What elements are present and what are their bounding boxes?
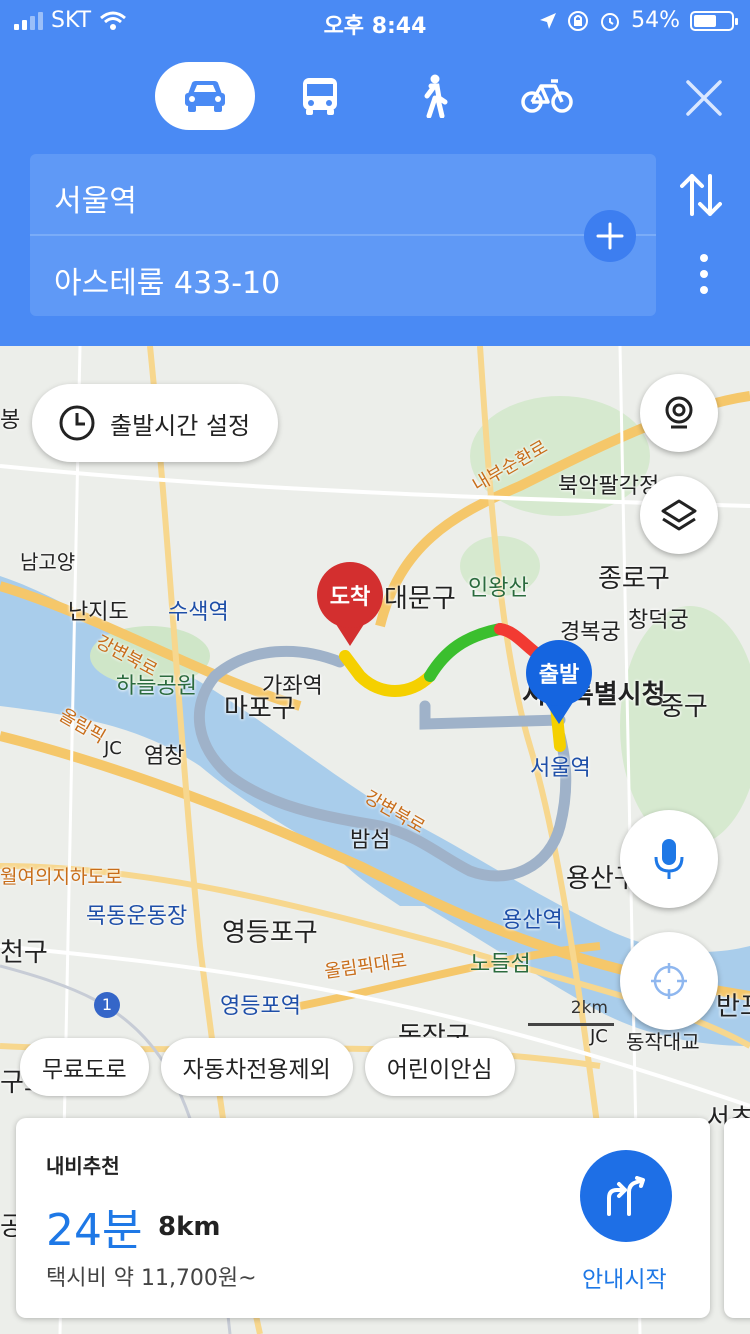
destination-pin-label: 도착 bbox=[317, 562, 383, 628]
my-location-button[interactable] bbox=[620, 932, 718, 1030]
map-scale-label: 2km bbox=[570, 998, 608, 1018]
tab-car[interactable] bbox=[155, 62, 255, 130]
add-waypoint-button[interactable] bbox=[584, 210, 636, 262]
map-label: 봉 bbox=[0, 408, 21, 433]
tab-bike[interactable] bbox=[516, 62, 578, 130]
origin-pin-label: 출발 bbox=[526, 640, 592, 706]
more-options-icon[interactable] bbox=[700, 254, 710, 302]
origin-field[interactable]: 서울역 bbox=[54, 176, 137, 220]
route-1-marker: 1 bbox=[94, 992, 120, 1018]
departure-time-label: 출발시간 설정 bbox=[110, 411, 251, 440]
status-bar: SKT 오후 8:44 54% bbox=[0, 0, 750, 42]
tab-walk[interactable] bbox=[404, 62, 464, 130]
map-label: 인왕산 bbox=[468, 576, 529, 601]
close-icon[interactable] bbox=[684, 78, 724, 118]
route-summary-card[interactable]: 내비추천 24분 8km 택시비 약 11,700원~ 안내시작 bbox=[16, 1118, 710, 1318]
map-label: 밤섬 bbox=[350, 828, 391, 853]
map-scale: 2km bbox=[528, 998, 614, 1026]
origin-pin[interactable]: 출발 bbox=[526, 640, 592, 724]
map-label: 종로구 bbox=[598, 564, 670, 594]
swap-icon[interactable] bbox=[680, 172, 722, 218]
navigation-start-icon bbox=[607, 1176, 645, 1216]
map-label: 반포 bbox=[716, 992, 750, 1022]
map-label: 영등포역 bbox=[220, 994, 301, 1019]
map-label: 남고양 bbox=[20, 550, 76, 574]
departure-time-button[interactable]: 출발시간 설정 bbox=[32, 384, 279, 462]
route-inputs: 서울역 아스테룸 433-10 bbox=[30, 154, 656, 316]
taxi-fare: 택시비 약 11,700원~ bbox=[46, 1266, 257, 1291]
route-eta: 24분 bbox=[46, 1205, 143, 1256]
map-label: 용산역 bbox=[502, 908, 563, 933]
bus-icon bbox=[303, 78, 337, 115]
map-layers-button[interactable] bbox=[640, 476, 718, 554]
map-label: 영등포구 bbox=[222, 918, 318, 948]
filter-exclude-expressway[interactable]: 자동차전용제외 bbox=[160, 1038, 353, 1096]
orientation-lock-icon bbox=[568, 10, 589, 31]
layers-icon bbox=[661, 499, 697, 531]
destination-pin[interactable]: 도착 bbox=[317, 562, 383, 646]
start-navigation-label[interactable]: 안내시작 bbox=[582, 1260, 667, 1294]
map-label: 난지도 bbox=[68, 600, 129, 625]
route-divider bbox=[30, 234, 656, 236]
map-label: 염창 bbox=[144, 744, 185, 769]
map-label: 대문구 bbox=[384, 584, 456, 614]
map-label: 창덕궁 bbox=[628, 608, 689, 633]
map-label: 중구 bbox=[660, 692, 708, 722]
map-view[interactable]: 봉 남고양 난지도 수색역 하늘공원 강변북로 올림픽 JC 염창 가좌역 마포… bbox=[0, 346, 750, 1334]
filter-free-roads[interactable]: 무료도로 bbox=[20, 1038, 149, 1096]
route-header: SKT 오후 8:44 54% 서울역 아스테룸 433-10 bbox=[0, 0, 750, 346]
battery-icon bbox=[690, 10, 738, 31]
alarm-icon bbox=[601, 12, 620, 31]
map-scale-bar bbox=[528, 1023, 614, 1026]
route-filter-chips: 무료도로 자동차전용제외 어린이안심 bbox=[20, 1038, 515, 1096]
tab-bus[interactable] bbox=[290, 62, 350, 130]
street-view-icon bbox=[665, 396, 693, 429]
filter-child-safe[interactable]: 어린이안심 bbox=[364, 1038, 515, 1096]
next-route-card[interactable] bbox=[724, 1118, 750, 1318]
microphone-icon bbox=[654, 839, 684, 879]
map-label: 하늘공원 bbox=[116, 674, 197, 699]
voice-search-button[interactable] bbox=[620, 810, 718, 908]
location-arrow-icon bbox=[540, 12, 557, 29]
map-label: 수색역 bbox=[168, 600, 229, 625]
map-label: 노들섬 bbox=[470, 952, 531, 977]
map-label: 월여의지하도로 bbox=[0, 866, 123, 888]
destination-field[interactable]: 아스테룸 433-10 bbox=[54, 258, 280, 302]
clock-icon bbox=[59, 405, 95, 441]
route-title: 내비추천 bbox=[46, 1154, 120, 1178]
map-label: 서울역 bbox=[530, 756, 591, 781]
start-navigation-button[interactable] bbox=[580, 1150, 672, 1242]
battery-percent: 54% bbox=[631, 8, 680, 33]
map-label: JC bbox=[590, 1026, 608, 1047]
walk-icon bbox=[424, 74, 448, 118]
map-label: 목동운동장 bbox=[86, 904, 188, 929]
car-icon bbox=[185, 81, 225, 112]
crosshair-icon bbox=[651, 963, 687, 999]
map-label: 천구 bbox=[0, 938, 48, 968]
street-view-button[interactable] bbox=[640, 374, 718, 452]
bike-icon bbox=[521, 79, 573, 113]
map-label: 동작대교 bbox=[626, 1030, 700, 1054]
route-distance: 8km bbox=[158, 1212, 221, 1242]
map-label: JC bbox=[104, 738, 122, 759]
transport-mode-tabs bbox=[0, 62, 750, 132]
plus-icon bbox=[596, 222, 624, 250]
map-label: 마포구 bbox=[224, 694, 296, 724]
